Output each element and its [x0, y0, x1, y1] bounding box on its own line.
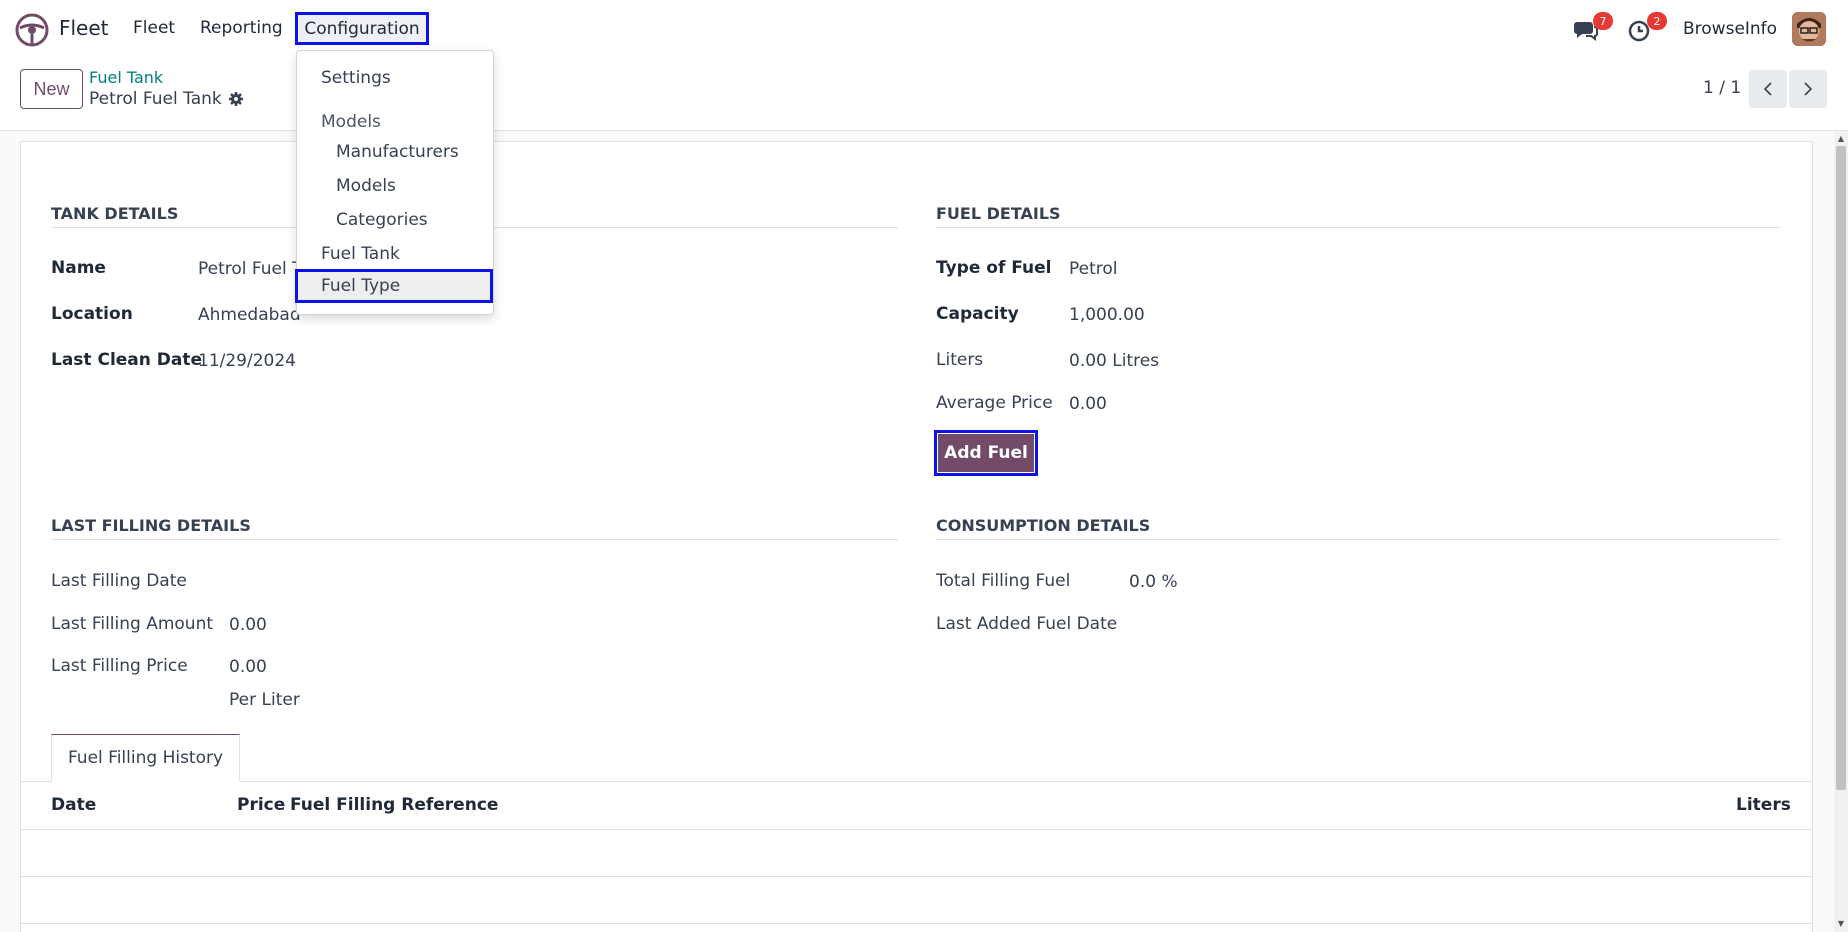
- last-filling-price-value: 0.00: [229, 657, 267, 677]
- column-date[interactable]: Date: [51, 795, 96, 815]
- average-price-label: Average Price: [936, 393, 1053, 413]
- last-clean-date-label: Last Clean Date: [51, 350, 203, 370]
- user-avatar[interactable]: [1792, 12, 1826, 46]
- pager-value[interactable]: 1 / 1: [1703, 78, 1741, 98]
- last-added-fuel-date-label: Last Added Fuel Date: [936, 614, 1118, 634]
- activities-badge: 2: [1647, 12, 1667, 30]
- app-name[interactable]: Fleet: [59, 16, 109, 40]
- last-filling-amount-value: 0.00: [229, 615, 267, 635]
- location-value[interactable]: Ahmedabad: [198, 305, 301, 325]
- add-fuel-button[interactable]: Add Fuel: [934, 430, 1038, 476]
- scroll-down-arrow[interactable]: ▼: [1836, 919, 1846, 929]
- menu-reporting[interactable]: Reporting: [200, 18, 283, 38]
- last-filling-price-label: Last Filling Price: [51, 656, 188, 676]
- top-navbar: Fleet Fleet Reporting Configuration 7 2 …: [0, 0, 1848, 58]
- table-row: [20, 876, 1813, 877]
- section-consumption-details: CONSUMPTION DETAILS: [936, 516, 1781, 540]
- breadcrumb-parent[interactable]: Fuel Tank: [89, 68, 163, 87]
- breadcrumb-current: Petrol Fuel Tank: [89, 89, 244, 109]
- messages-button[interactable]: 7: [1573, 12, 1613, 42]
- total-filling-fuel-label: Total Filling Fuel: [936, 571, 1071, 591]
- total-filling-fuel-value: 0.0 %: [1129, 572, 1178, 592]
- menu-item-manufacturers[interactable]: Manufacturers: [336, 142, 459, 162]
- section-fuel-details: FUEL DETAILS: [936, 204, 1781, 228]
- tab-fuel-filling-history[interactable]: Fuel Filling History: [51, 734, 240, 782]
- location-label: Location: [51, 304, 133, 324]
- scrollbar-thumb[interactable]: [1836, 146, 1846, 790]
- section-last-filling-details: LAST FILLING DETAILS: [51, 516, 898, 540]
- notebook-divider: [20, 781, 1813, 782]
- control-panel: New Fuel Tank Petrol Fuel Tank 1 / 1: [0, 58, 1848, 131]
- last-filling-amount-label: Last Filling Amount: [51, 614, 214, 634]
- pager-next-button[interactable]: [1789, 70, 1827, 108]
- record-title: Petrol Fuel Tank: [89, 89, 222, 109]
- table-row: [20, 923, 1813, 924]
- menu-item-settings[interactable]: Settings: [321, 68, 391, 88]
- last-clean-date-value[interactable]: 11/29/2024: [198, 351, 296, 371]
- scroll-up-arrow[interactable]: ▲: [1836, 134, 1846, 144]
- chevron-left-icon: [1763, 82, 1772, 96]
- activities-button[interactable]: 2: [1627, 12, 1667, 42]
- name-value[interactable]: Petrol Fuel T: [198, 259, 303, 279]
- liters-label: Liters: [936, 350, 984, 370]
- column-price[interactable]: Price: [237, 795, 285, 815]
- menu-configuration[interactable]: Configuration: [295, 12, 429, 45]
- menu-item-fuel-tank[interactable]: Fuel Tank: [321, 244, 400, 264]
- name-label: Name: [51, 258, 106, 278]
- menu-fleet[interactable]: Fleet: [133, 18, 175, 38]
- menu-item-models[interactable]: Models: [336, 176, 396, 196]
- messages-badge: 7: [1593, 12, 1613, 30]
- capacity-value[interactable]: 1,000.00: [1069, 305, 1145, 325]
- new-button[interactable]: New: [20, 69, 83, 109]
- last-filling-date-label: Last Filling Date: [51, 571, 187, 591]
- menu-header-models: Models: [321, 112, 381, 132]
- type-of-fuel-label: Type of Fuel: [936, 258, 1052, 278]
- average-price-value: 0.00: [1069, 394, 1107, 414]
- type-of-fuel-value[interactable]: Petrol: [1069, 259, 1118, 279]
- column-liters[interactable]: Liters: [1736, 795, 1791, 815]
- fleet-app-icon[interactable]: [15, 13, 49, 47]
- add-fuel-label: Add Fuel: [938, 434, 1034, 472]
- company-switcher[interactable]: BrowseInfo: [1683, 19, 1777, 39]
- chevron-right-icon: [1804, 82, 1813, 96]
- price-unit: Per Liter: [229, 690, 300, 710]
- menu-item-categories[interactable]: Categories: [336, 210, 428, 230]
- capacity-label: Capacity: [936, 304, 1019, 324]
- table-row: [20, 829, 1813, 830]
- gear-icon[interactable]: [228, 91, 244, 107]
- liters-value: 0.00 Litres: [1069, 351, 1160, 371]
- menu-item-fuel-type[interactable]: Fuel Type: [295, 269, 493, 303]
- pager-previous-button[interactable]: [1749, 70, 1787, 108]
- column-fuel-filling-reference[interactable]: Fuel Filling Reference: [290, 795, 498, 815]
